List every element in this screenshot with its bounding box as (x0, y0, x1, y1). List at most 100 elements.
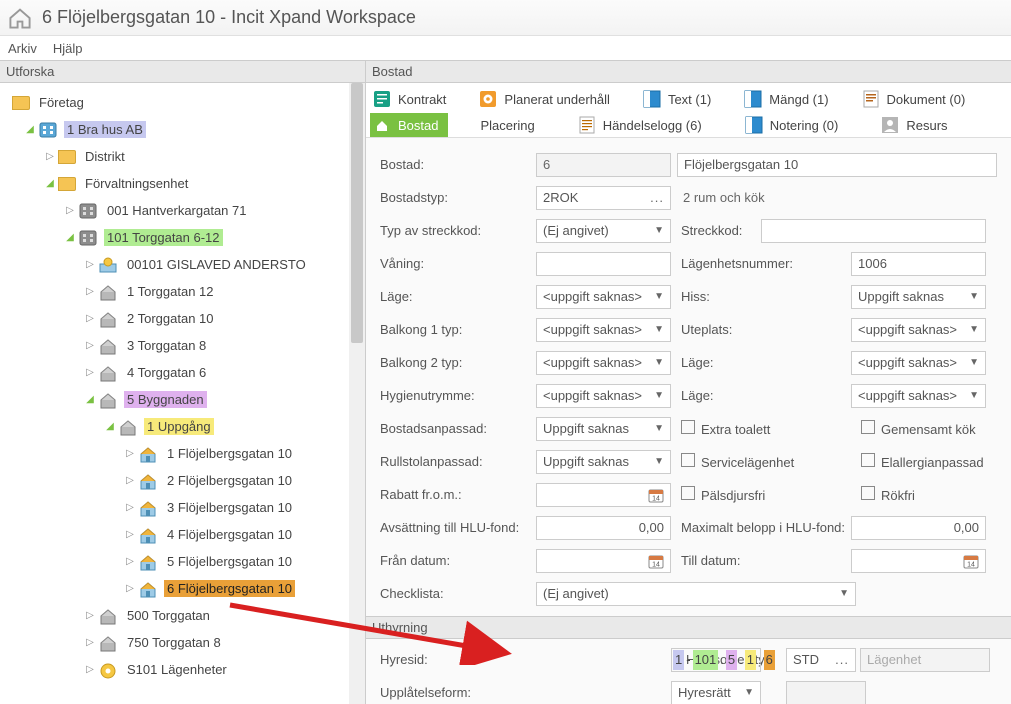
details-pane: Bostad Kontrakt Planerat underhåll Text … (366, 60, 1011, 704)
kontrakt-icon (372, 89, 392, 109)
tab-handelse[interactable]: Händelselogg (6) (575, 113, 712, 137)
field-hiss[interactable]: Uppgift saknas▼ (851, 285, 986, 309)
field-bostad-name[interactable]: Flöjelbergsgatan 10 (677, 153, 997, 177)
label-strecktyp: Typ av streckkod: (376, 223, 536, 238)
chk-rokfri[interactable]: Rökfri (851, 486, 1001, 503)
tab-planerat[interactable]: Planerat underhåll (476, 87, 620, 111)
field-uteplats[interactable]: <uppgift saknas>▼ (851, 318, 986, 342)
tree-scrollbar[interactable] (349, 83, 365, 704)
field-objtyp[interactable]: STD... (786, 648, 856, 672)
chk-service[interactable]: Servicelägenhet (671, 453, 851, 470)
expander-icon[interactable]: ▷ (84, 259, 96, 270)
field-lage3[interactable]: <uppgift saknas>▼ (851, 384, 986, 408)
tree-item[interactable]: ▷3 Torggatan 8 (4, 332, 349, 359)
label-lghnr: Lägenhetsnummer: (671, 256, 851, 271)
tree-item[interactable]: ▷3 Flöjelbergsgatan 10 (4, 494, 349, 521)
explorer-header: Utforska (0, 60, 365, 83)
tab-notering[interactable]: Notering (0) (742, 113, 849, 137)
field-lage[interactable]: <uppgift saknas>▼ (536, 285, 671, 309)
field-balkong1[interactable]: <uppgift saknas>▼ (536, 318, 671, 342)
field-fran[interactable] (536, 549, 671, 573)
label-bostadstyp: Bostadstyp: (376, 190, 536, 205)
field-upplat[interactable]: Hyresrätt▼ (671, 681, 761, 704)
field-bostadstyp[interactable]: 2ROK... (536, 186, 671, 210)
field-rabatt[interactable] (536, 483, 671, 507)
tab-mangd[interactable]: Mängd (1) (741, 87, 838, 111)
chk-gemkok[interactable]: Gemensamt kök (851, 420, 1001, 437)
label-vaning: Våning: (376, 256, 536, 271)
tab-bostad[interactable]: Bostad (370, 113, 448, 137)
field-till[interactable] (851, 549, 986, 573)
tree-item[interactable]: ▷750 Torggatan 8 (4, 629, 349, 656)
chk-elallergi[interactable]: Elallergianpassad (851, 453, 1001, 470)
label-streckkod: Streckkod: (671, 223, 761, 238)
tree-distrikt[interactable]: ▷ Distrikt (4, 143, 349, 170)
label-hiss: Hiss: (671, 289, 851, 304)
tree-item[interactable]: ▷4 Flöjelbergsgatan 10 (4, 521, 349, 548)
label-maxhlu: Maximalt belopp i HLU-fond: (671, 520, 851, 535)
document-icon (861, 89, 881, 109)
field-hlu[interactable]: 0,00 (536, 516, 671, 540)
label-balkong1: Balkong 1 typ: (376, 322, 536, 337)
tree-item[interactable]: ▷5 Flöjelbergsgatan 10 (4, 548, 349, 575)
tab-resurs[interactable]: Resurs (878, 113, 957, 137)
expander-icon[interactable]: ◢ (44, 178, 56, 189)
house-gray-icon (118, 418, 138, 436)
form: Bostad: 6 Flöjelbergsgatan 10 Bostadstyp… (366, 138, 1011, 704)
tree-item[interactable]: ◢5 Byggnaden (4, 386, 349, 413)
tab-dokument[interactable]: Dokument (0) (859, 87, 976, 111)
field-checklista[interactable]: (Ej angivet)▼ (536, 582, 856, 606)
field-hygien[interactable]: <uppgift saknas>▼ (536, 384, 671, 408)
window-title: 6 Flöjelbergsgatan 10 - Incit Xpand Work… (42, 7, 416, 28)
checkbox-icon (861, 486, 875, 500)
house-gray-icon (98, 364, 118, 382)
tab-placering[interactable]: Placering (478, 113, 544, 137)
field-maxhlu[interactable]: 0,00 (851, 516, 986, 540)
field-strecktyp[interactable]: (Ej angivet)▼ (536, 219, 671, 243)
menu-arkiv[interactable]: Arkiv (8, 41, 37, 56)
chk-extratoa[interactable]: Extra toalett (671, 420, 851, 437)
house-gray-icon (98, 283, 118, 301)
section-uthyrning: Uthyrning (366, 616, 1011, 639)
scrollbar-thumb[interactable] (351, 83, 363, 343)
house-icon (138, 526, 158, 544)
tree-company[interactable]: ◢ 1 Bra hus AB (4, 116, 349, 143)
field-lghnr[interactable]: 1006 (851, 252, 986, 276)
label-lage2: Läge: (671, 355, 851, 370)
tree-item[interactable]: ▷2 Flöjelbergsgatan 10 (4, 467, 349, 494)
field-bostad-no: 6 (536, 153, 671, 177)
tree-item[interactable]: ▷500 Torggatan (4, 602, 349, 629)
field-vaning[interactable] (536, 252, 671, 276)
menu-hjalp[interactable]: Hjälp (53, 41, 83, 56)
tree-item[interactable]: ▷S101 Lägenheter (4, 656, 349, 683)
tree-item[interactable]: ◢ 101 Torggatan 6-12 (4, 224, 349, 251)
tree-item-selected[interactable]: ▷6 Flöjelbergsgatan 10 (4, 575, 349, 602)
chk-palsdjur[interactable]: Pälsdjursfri (671, 486, 851, 503)
field-lage2[interactable]: <uppgift saknas>▼ (851, 351, 986, 375)
expander-icon[interactable]: ◢ (24, 124, 36, 135)
expander-icon[interactable]: ▷ (44, 151, 56, 162)
field-rullstol[interactable]: Uppgift saknas▼ (536, 450, 671, 474)
tree-root[interactable]: Företag (4, 89, 349, 116)
tree-item[interactable]: ◢1 Uppgång (4, 413, 349, 440)
tab-text[interactable]: Text (1) (640, 87, 721, 111)
label-lage3: Läge: (671, 388, 851, 403)
house-gray-icon (98, 391, 118, 409)
tree-item[interactable]: ▷ 00101 GISLAVED ANDERSTO (4, 251, 349, 278)
tab-kontrakt[interactable]: Kontrakt (370, 87, 456, 111)
field-balkong2[interactable]: <uppgift saknas>▼ (536, 351, 671, 375)
field-streckkod[interactable] (761, 219, 986, 243)
tree-item[interactable]: ▷ 001 Hantverkargatan 71 (4, 197, 349, 224)
building-gray-icon (78, 202, 98, 220)
tree-item[interactable]: ▷1 Torggatan 12 (4, 278, 349, 305)
tree[interactable]: Företag ◢ 1 Bra hus AB ▷ Distrikt ◢ Förv… (0, 83, 349, 704)
tree-forvaltning[interactable]: ◢ Förvaltningsenhet (4, 170, 349, 197)
tree-item[interactable]: ▷1 Flöjelbergsgatan 10 (4, 440, 349, 467)
tree-item[interactable]: ▷4 Torggatan 6 (4, 359, 349, 386)
label-balkong2: Balkong 2 typ: (376, 355, 536, 370)
expander-icon[interactable]: ◢ (64, 232, 76, 243)
field-bostanp[interactable]: Uppgift saknas▼ (536, 417, 671, 441)
expander-icon[interactable]: ▷ (64, 205, 76, 216)
label-lage: Läge: (376, 289, 536, 304)
tree-item[interactable]: ▷2 Torggatan 10 (4, 305, 349, 332)
